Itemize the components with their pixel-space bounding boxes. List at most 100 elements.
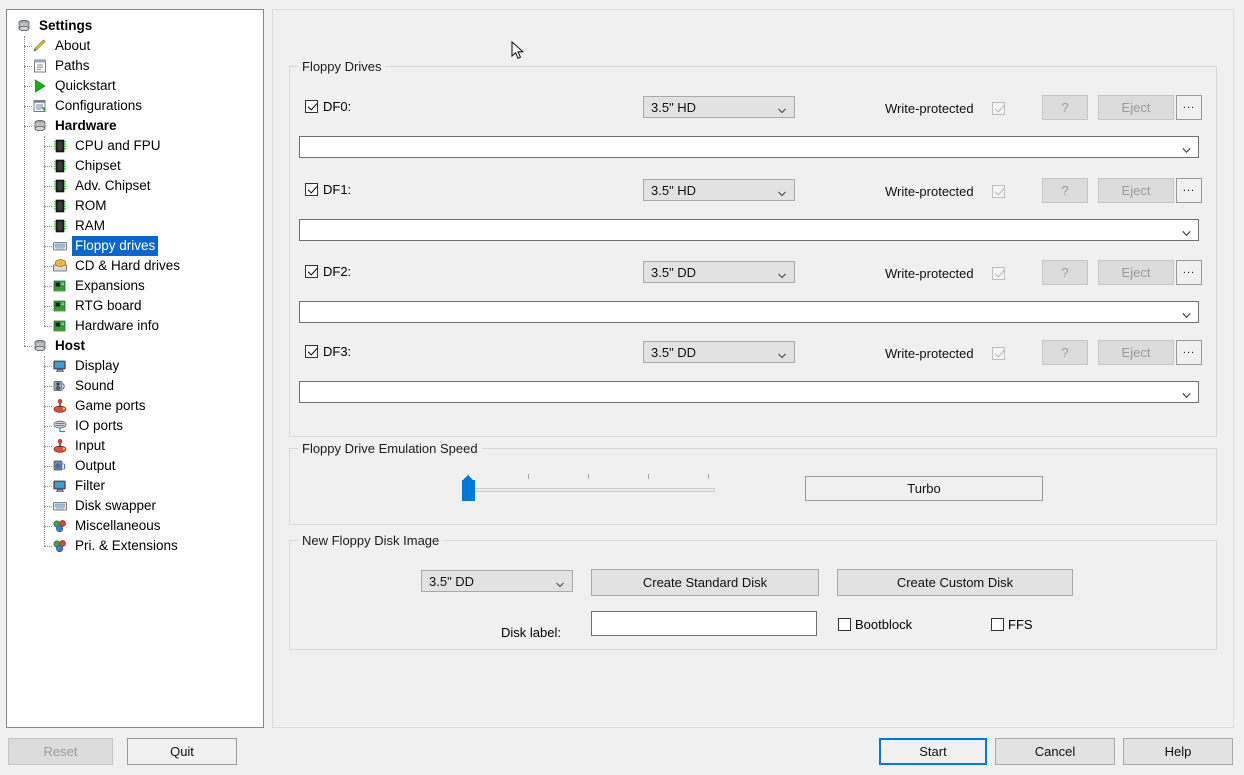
drive-enable-checkbox[interactable] xyxy=(305,183,318,196)
emulation-speed-slider-thumb[interactable] xyxy=(462,475,475,501)
joystick-icon xyxy=(52,398,68,414)
sidebar-item-settings[interactable]: Settings xyxy=(7,16,263,36)
sidebar-item-label: Settings xyxy=(39,18,93,33)
drive-browse-button[interactable]: ... xyxy=(1176,260,1202,285)
turbo-button[interactable]: Turbo xyxy=(805,476,1043,501)
drive-enable-checkbox[interactable] xyxy=(305,100,318,113)
drive-eject-button-label: Eject xyxy=(1121,183,1151,198)
floppy-icon xyxy=(52,238,68,254)
drive-eject-button-label: Eject xyxy=(1121,265,1151,280)
sidebar-item-quickstart[interactable]: Quickstart xyxy=(7,76,263,96)
bootblock-label: Bootblock xyxy=(855,617,913,632)
tree-connector xyxy=(44,266,52,267)
drive-path-select[interactable] xyxy=(299,136,1199,158)
create-standard-disk-button[interactable]: Create Standard Disk xyxy=(591,569,819,596)
tree-connector xyxy=(24,346,32,347)
drive-enable-checkbox[interactable] xyxy=(305,345,318,358)
drive-type-select[interactable]: 3.5" HD xyxy=(643,96,795,118)
sidebar-item-about[interactable]: About xyxy=(7,36,263,56)
drive-row: DF1: xyxy=(305,182,351,197)
sidebar-item-label: Disk swapper xyxy=(75,498,157,513)
drive-path-select[interactable] xyxy=(299,219,1199,241)
drive-help-button: ? xyxy=(1042,340,1088,365)
tree-connector xyxy=(24,66,32,67)
sidebar-item-paths[interactable]: Paths xyxy=(7,56,263,76)
sidebar-item-label: Expansions xyxy=(75,278,145,293)
tree-connector xyxy=(44,206,52,207)
emulation-speed-legend: Floppy Drive Emulation Speed xyxy=(298,441,482,456)
sidebar-item-label: IO ports xyxy=(75,418,124,433)
tree-connector xyxy=(44,366,52,367)
drive-help-button-label: ? xyxy=(1061,265,1069,280)
drive-help-button-label: ? xyxy=(1061,100,1069,115)
drive-type-select[interactable]: 3.5" HD xyxy=(643,179,795,201)
configurations-icon xyxy=(32,98,48,114)
drive-name-label: DF3: xyxy=(323,344,352,359)
start-button-label: Start xyxy=(919,744,947,759)
drive-path-select[interactable] xyxy=(299,301,1199,323)
slider-tick xyxy=(528,474,529,479)
tree-connector xyxy=(44,146,52,147)
host-icon xyxy=(32,338,48,354)
ffs-checkbox-box[interactable] xyxy=(991,618,1004,631)
misc-icon xyxy=(52,518,68,534)
write-protected-label: Write-protected xyxy=(885,346,974,361)
chip-icon xyxy=(52,178,68,194)
sidebar-item-label: Paths xyxy=(55,58,90,73)
settings-tree-panel[interactable]: Settings About Paths Quickstart Configuratio… xyxy=(6,9,264,728)
drive-type-value: 3.5" HD xyxy=(651,99,697,115)
sidebar-item-label: ROM xyxy=(75,198,107,213)
tree-connector xyxy=(44,486,52,487)
drive-browse-button[interactable]: ... xyxy=(1176,178,1202,203)
drive-browse-button-label: ... xyxy=(1182,263,1196,276)
chevron-down-icon xyxy=(778,103,786,114)
sidebar-item-configurations[interactable]: Configurations xyxy=(7,96,263,116)
settings-tree[interactable]: Settings About Paths Quickstart Configuratio… xyxy=(7,10,263,556)
tree-connector xyxy=(44,356,45,546)
drive-type-value: 3.5" DD xyxy=(651,344,697,360)
drive-enable-checkbox[interactable] xyxy=(305,265,318,278)
drive-name-label: DF0: xyxy=(323,99,352,114)
tree-connector xyxy=(44,306,52,307)
create-custom-disk-button[interactable]: Create Custom Disk xyxy=(837,569,1073,596)
bootblock-checkbox-box[interactable] xyxy=(838,618,851,631)
drive-type-select[interactable]: 3.5" DD xyxy=(643,341,795,363)
drive-path-select[interactable] xyxy=(299,381,1199,403)
drive-browse-button[interactable]: ... xyxy=(1176,340,1202,365)
create-custom-disk-label: Create Custom Disk xyxy=(896,575,1014,590)
drive-type-value: 3.5" HD xyxy=(651,182,697,198)
cancel-button[interactable]: Cancel xyxy=(995,738,1115,765)
drive-row: DF0: xyxy=(305,99,351,114)
joystick-icon xyxy=(52,438,68,454)
emulation-speed-slider-track[interactable] xyxy=(463,488,715,492)
disk-label-input[interactable] xyxy=(591,611,817,636)
drive-browse-button-label: ... xyxy=(1182,98,1196,111)
tree-connector xyxy=(44,386,52,387)
chip-icon xyxy=(52,218,68,234)
board-icon xyxy=(52,278,68,294)
sidebar-item-hardware[interactable]: Hardware xyxy=(7,116,263,136)
bootblock-checkbox[interactable]: Bootblock xyxy=(838,617,912,632)
floppy-icon xyxy=(52,498,68,514)
disk-label-caption: Disk label: xyxy=(501,625,561,640)
drive-help-button: ? xyxy=(1042,95,1088,120)
sidebar-item-label: RTG board xyxy=(75,298,142,313)
help-button[interactable]: Help xyxy=(1123,738,1233,765)
chevron-down-icon xyxy=(778,186,786,197)
sidebar-item-host[interactable]: Host xyxy=(7,336,263,356)
start-button[interactable]: Start xyxy=(879,738,987,765)
drive-browse-button[interactable]: ... xyxy=(1176,95,1202,120)
drive-eject-button: Eject xyxy=(1098,340,1174,365)
emulation-speed-group: Floppy Drive Emulation Speed xyxy=(289,441,1217,525)
quit-button[interactable]: Quit xyxy=(127,738,237,765)
chevron-down-icon xyxy=(556,577,564,588)
sidebar-item-label: Pri. & Extensions xyxy=(75,538,178,553)
paths-icon xyxy=(32,58,48,74)
sidebar-item-label: Floppy drives xyxy=(72,236,159,256)
drive-name-label: DF2: xyxy=(323,264,352,279)
new-disk-type-select[interactable]: 3.5" DD xyxy=(421,570,573,592)
ffs-checkbox[interactable]: FFS xyxy=(991,617,1033,632)
drive-type-select[interactable]: 3.5" DD xyxy=(643,261,795,283)
drive-eject-button-label: Eject xyxy=(1121,345,1151,360)
tree-connector xyxy=(44,446,52,447)
